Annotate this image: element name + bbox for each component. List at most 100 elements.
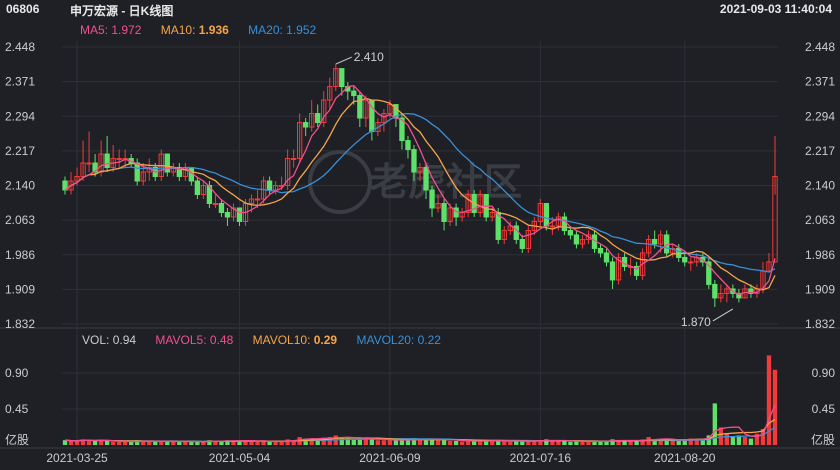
candle-body [315,113,321,124]
date-tick: 2021-07-16 [510,451,572,465]
volume-bar [447,441,453,445]
volume-bar [285,439,290,445]
candle-body [405,140,411,151]
price-tick-right: 2.371 [805,75,835,89]
candle-body [212,202,219,205]
volume-bar [153,441,158,445]
candle-body [303,122,309,128]
candle-body [543,202,550,227]
volume-bar [634,441,639,445]
volume-bar [68,441,74,445]
volume-bar [562,441,567,445]
volume-bar [381,440,387,445]
volume-bar [267,441,272,445]
candle-body [218,202,225,213]
candle-body [688,261,694,264]
ma10-legend: MA10: 1.936 [160,23,229,37]
volume-bar [201,441,206,445]
volume-bar [177,441,182,445]
price-tick-right: 1.909 [805,282,835,296]
ma-legend: MA5: 1.972 MA10: 1.936 MA20: 1.952 [80,23,332,37]
volume-bar [502,441,507,445]
candle-body [429,189,435,209]
volume-tick-left: 0.45 [5,402,29,416]
price-tick-right: 2.448 [805,40,835,54]
volume-bar [339,437,344,445]
annotation-label: 2.410 [354,50,384,64]
candle-body [134,162,140,182]
volume-bar [670,441,675,445]
volume-bar [393,440,399,445]
candle-body [351,90,357,97]
volume-bar [730,437,736,445]
mavol10-legend: MAVOL10: 0.29 [252,333,338,347]
volume-tick-right: 0.45 [812,402,836,416]
price-tick-right: 1.986 [805,248,835,262]
date-tick: 2021-06-09 [359,451,421,465]
volume-bar [417,440,423,445]
candle-body [194,180,201,195]
price-tick-left: 2.140 [5,179,35,193]
candle-body [712,283,718,299]
volume-bar [628,441,633,445]
candle-body [290,158,297,161]
candle-body [86,162,92,165]
candle-body [339,68,345,88]
candle-body [567,229,574,236]
date-tick: 2021-03-25 [46,451,108,465]
date-tick: 2021-05-04 [209,451,271,465]
price-tick-left: 2.294 [5,109,35,123]
candle-body [224,211,231,218]
candle-body [236,207,243,222]
volume-unit-right: 亿股 [811,432,835,447]
volume-bar [748,438,754,445]
candle-body [609,261,616,281]
annotation-label: 1.870 [681,315,711,329]
candle-body [597,247,604,254]
candle-body [357,95,363,119]
volume-tick-right: 0.90 [812,366,836,380]
vol-legend-item: VOL: 0.94 [82,333,137,347]
candle-body [621,256,628,267]
volume-bar [273,441,278,445]
ma20-legend: MA20: 1.952 [248,23,317,37]
candle-body [573,234,580,245]
candle-body [411,149,417,173]
volume-bar [375,440,381,445]
volume-bar [74,441,80,445]
volume-bar [568,441,573,445]
kline-chart[interactable]: 2.448 2.448 2.371 2.371 2.294 2.294 2.217 2.217… [0,0,840,470]
price-tick-left: 1.909 [5,282,35,296]
ma5-legend: MA5: 1.972 [80,23,142,37]
volume-bar [255,441,260,445]
watermark-text: 老虎社区 [370,160,522,204]
date-tick: 2021-08-20 [654,451,716,465]
candle-body [519,238,525,249]
candle-body [549,225,556,228]
candle-body [676,247,682,258]
volume-bar [369,439,375,445]
volume-bar [147,441,152,445]
price-tick-right: 2.294 [805,109,835,123]
volume-bar [351,439,356,445]
volume-bar [459,441,465,445]
volume-bar [580,441,585,445]
volume-bar [116,441,122,445]
volume-bar [556,441,561,445]
chart-background [0,18,840,470]
volume-bar [104,441,110,445]
volume-bar [453,441,459,445]
mavol5-legend: MAVOL5: 0.48 [155,333,234,347]
price-tick-right: 2.063 [805,213,835,227]
mavol20-legend: MAVOL20: 0.22 [356,333,441,347]
volume-bar [123,441,128,445]
candle-body [423,167,429,191]
candle-body [441,202,447,222]
volume-bar [213,441,218,445]
volume-bar [405,440,411,445]
volume-bar [586,441,591,445]
volume-bar [508,441,513,445]
candle-body [651,238,658,245]
price-tick-left: 2.217 [5,144,35,158]
candle-body [682,256,688,263]
